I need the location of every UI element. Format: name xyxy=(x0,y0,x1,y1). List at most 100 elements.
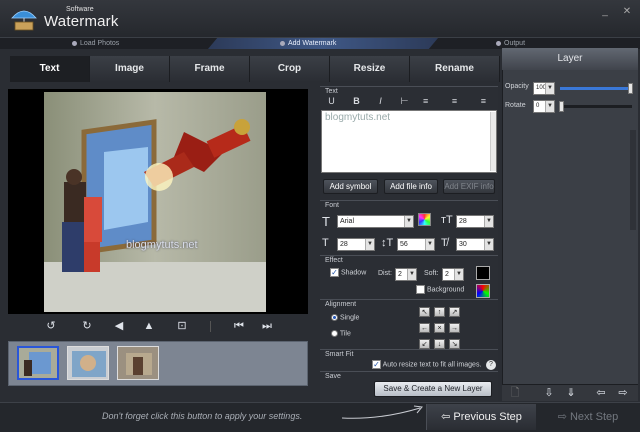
align-right-button[interactable]: ≡ xyxy=(473,95,486,107)
rotate-slider-track[interactable] xyxy=(560,105,632,108)
add-symbol-button[interactable]: Add symbol xyxy=(323,179,378,194)
align-left-button[interactable]: ≡ xyxy=(423,95,436,107)
step-dot-icon xyxy=(72,40,77,46)
opacity-slider-track[interactable] xyxy=(560,87,632,90)
help-icon[interactable]: ? xyxy=(486,360,496,370)
align-center-button[interactable]: ≡ xyxy=(448,95,461,107)
chevron-down-icon: ▼ xyxy=(484,239,493,250)
step-label: Output xyxy=(504,40,526,47)
align-bottom-icon[interactable]: ↓ xyxy=(434,339,445,349)
soft-label: Soft: xyxy=(424,270,439,277)
tile-option[interactable]: Tile xyxy=(331,330,351,337)
spacing-button[interactable]: ⊢ xyxy=(398,95,411,107)
previous-image-icon[interactable]: ⏮ xyxy=(232,319,246,333)
smart-fit-checkbox[interactable]: ✓ xyxy=(372,360,381,369)
layer-scrollbar[interactable] xyxy=(630,130,636,230)
align-bottom-left-icon[interactable]: ↙ xyxy=(419,339,430,349)
rotate-input[interactable]: 0 ▼ xyxy=(533,100,555,113)
soft-input[interactable]: 2 ▼ xyxy=(442,268,464,281)
background-color-icon[interactable] xyxy=(476,284,490,298)
single-label: Single xyxy=(339,314,360,322)
text-width-value: 28 xyxy=(340,241,348,248)
single-option[interactable]: Single xyxy=(331,314,359,321)
layer-panel xyxy=(502,48,638,401)
step-load-photos[interactable]: Load Photos xyxy=(72,38,119,49)
previous-step-button[interactable]: ⇦ Previous Step xyxy=(426,404,536,430)
next-image-icon[interactable]: ⏭ xyxy=(260,319,274,333)
tab-image[interactable]: Image xyxy=(90,56,170,82)
shadow-checkbox[interactable]: ✓ xyxy=(330,268,339,277)
text-angle-select[interactable]: 30 ▼ xyxy=(456,238,494,251)
hint-arrow-icon xyxy=(341,405,423,419)
align-center-icon[interactable]: × xyxy=(434,323,445,333)
tab-rename[interactable]: Rename xyxy=(410,56,500,82)
text-width-select[interactable]: 28 ▼ xyxy=(337,238,375,251)
align-top-icon[interactable]: ↑ xyxy=(434,307,445,317)
chevron-down-icon: ▼ xyxy=(365,239,374,250)
opacity-slider-handle[interactable] xyxy=(628,83,633,94)
section-title: Text xyxy=(325,88,338,95)
step-dot-icon xyxy=(280,40,285,46)
rotate-left-icon[interactable]: ↺ xyxy=(44,319,58,333)
new-layer-icon[interactable]: 🗋 xyxy=(508,386,522,400)
align-top-right-icon[interactable]: ↗ xyxy=(449,307,460,317)
section-effect: Effect xyxy=(320,255,498,265)
text-height-icon: ↕T xyxy=(381,237,394,249)
bold-button[interactable]: B xyxy=(350,95,363,107)
layer-panel-title: Layer xyxy=(502,48,638,70)
background-option[interactable]: Background xyxy=(416,285,464,294)
section-title: Save xyxy=(325,373,341,380)
dist-input[interactable]: 2 ▼ xyxy=(395,268,417,281)
close-button[interactable]: ✕ xyxy=(620,6,634,18)
flip-horizontal-icon[interactable]: ◀ xyxy=(112,319,126,333)
italic-button[interactable]: I xyxy=(374,95,387,107)
add-file-info-button[interactable]: Add file info xyxy=(384,179,438,194)
thumbnail-2[interactable] xyxy=(67,346,109,380)
thumbnail-1[interactable] xyxy=(17,346,59,380)
layer-toolbar: 🗋 ⇩ ⇓ ⇦ ⇨ xyxy=(502,384,638,401)
text-scrollbar[interactable] xyxy=(490,112,496,171)
font-icon: T xyxy=(322,214,330,229)
align-top-left-icon[interactable]: ↖ xyxy=(419,307,430,317)
rotate-slider-handle[interactable] xyxy=(559,101,564,112)
export-layer-icon[interactable]: ⇨ xyxy=(616,386,630,400)
step-add-watermark[interactable]: Add Watermark xyxy=(280,38,336,49)
align-right-icon[interactable]: → xyxy=(449,323,460,333)
rotate-right-icon[interactable]: ↻ xyxy=(80,319,94,333)
preview-watermark-text[interactable]: blogmytuts.net xyxy=(126,239,198,251)
text-width-icon: T xyxy=(322,237,329,249)
save-create-layer-button[interactable]: Save & Create a New Layer xyxy=(374,381,492,397)
shadow-option[interactable]: ✓ Shadow xyxy=(330,268,366,277)
smart-fit-option[interactable]: ✓ Auto resize text to fit all images. xyxy=(372,360,481,369)
flip-vertical-icon[interactable]: ▲ xyxy=(142,319,156,333)
save-layer-icon[interactable]: ⇓ xyxy=(564,386,578,400)
move-down-icon[interactable]: ⇩ xyxy=(542,386,556,400)
fit-to-window-icon[interactable]: ⊡ xyxy=(175,319,189,333)
next-step-button[interactable]: ⇨ Next Step xyxy=(538,404,638,430)
align-left-icon[interactable]: ← xyxy=(419,323,430,333)
font-color-icon[interactable] xyxy=(418,213,431,226)
underline-button[interactable]: U xyxy=(325,95,338,107)
thumbnail-3[interactable] xyxy=(117,346,159,380)
minimize-button[interactable]: _ xyxy=(598,6,612,18)
import-layer-icon[interactable]: ⇦ xyxy=(594,386,608,400)
font-family-select[interactable]: Arial ▼ xyxy=(337,215,414,228)
text-height-select[interactable]: 56 ▼ xyxy=(397,238,435,251)
chevron-down-icon: ▼ xyxy=(454,269,463,280)
tab-text[interactable]: Text xyxy=(10,56,90,82)
add-exif-info-button[interactable]: Add EXIF info xyxy=(443,179,495,194)
preview-photo[interactable] xyxy=(44,92,266,312)
tile-radio[interactable] xyxy=(331,330,338,337)
single-radio[interactable] xyxy=(331,314,338,321)
align-bottom-right-icon[interactable]: ↘ xyxy=(449,339,460,349)
background-label: Background xyxy=(426,286,465,294)
tab-resize[interactable]: Resize xyxy=(330,56,410,82)
tab-frame[interactable]: Frame xyxy=(170,56,250,82)
background-checkbox[interactable] xyxy=(416,285,425,294)
shadow-color-icon[interactable] xyxy=(476,266,490,280)
umbrella-logo-icon xyxy=(10,6,38,32)
rotate-value: 0 xyxy=(536,103,540,109)
opacity-input[interactable]: 100 ▼ xyxy=(533,82,555,95)
tab-crop[interactable]: Crop xyxy=(250,56,330,82)
font-size-select[interactable]: 28 ▼ xyxy=(456,215,494,228)
